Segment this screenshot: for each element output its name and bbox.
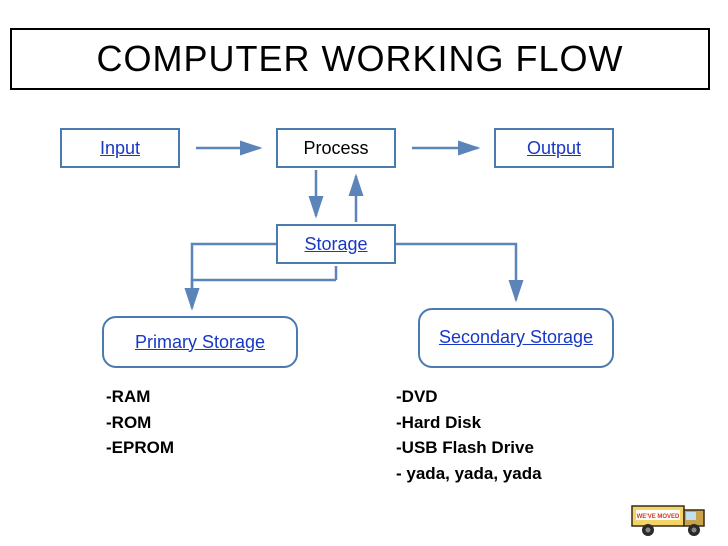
node-output: Output	[494, 128, 614, 168]
primary-storage-list: RAM ROM EPROM	[106, 384, 174, 461]
node-storage: Storage	[276, 224, 396, 264]
page-title: COMPUTER WORKING FLOW	[97, 38, 624, 80]
node-primary-label: Primary Storage	[135, 332, 265, 353]
title-box: COMPUTER WORKING FLOW	[10, 28, 710, 90]
node-process: Process	[276, 128, 396, 168]
truck-icon: WE'VE MOVED	[630, 488, 720, 538]
node-secondary-storage: Secondary Storage	[418, 308, 614, 368]
node-primary-storage: Primary Storage	[102, 316, 298, 368]
node-output-label: Output	[527, 138, 581, 159]
node-input-label: Input	[100, 138, 140, 159]
svg-text:WE'VE MOVED: WE'VE MOVED	[637, 514, 680, 520]
list-item: EPROM	[106, 435, 174, 461]
list-item: Hard Disk	[396, 410, 542, 436]
list-item: ROM	[106, 410, 174, 436]
node-storage-label: Storage	[304, 234, 367, 255]
secondary-storage-list: DVD Hard Disk USB Flash Drive yada, yada…	[396, 384, 542, 486]
node-secondary-label: Secondary Storage	[439, 327, 593, 349]
list-item: DVD	[396, 384, 542, 410]
list-item: RAM	[106, 384, 174, 410]
list-item: yada, yada, yada	[396, 461, 542, 487]
node-process-label: Process	[303, 138, 368, 159]
node-input: Input	[60, 128, 180, 168]
list-item: USB Flash Drive	[396, 435, 542, 461]
